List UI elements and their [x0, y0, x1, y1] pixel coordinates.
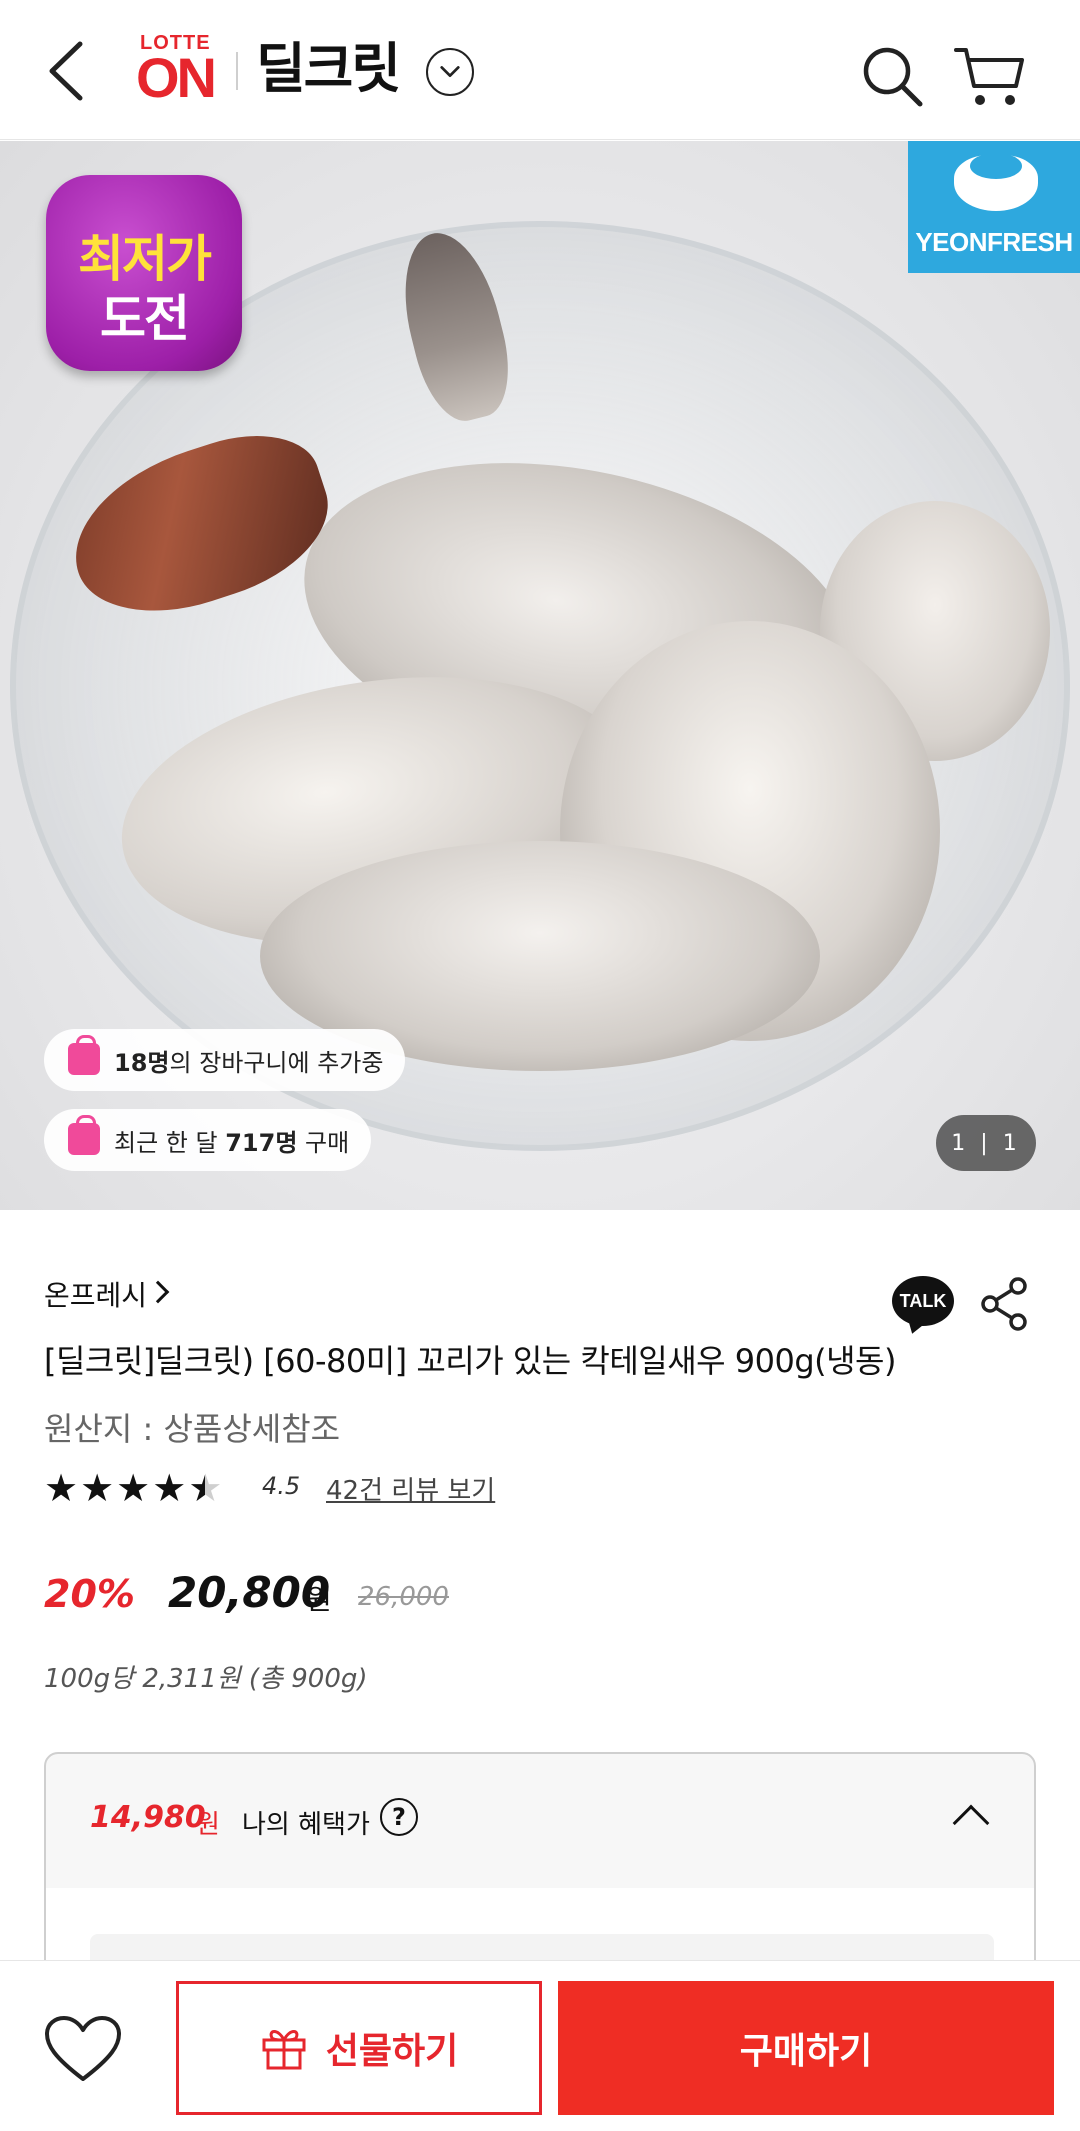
cart-add-text: 의 장바구니에 추가중	[169, 1048, 384, 1077]
gift-icon	[262, 2030, 306, 2070]
star-icon: ★	[152, 1466, 187, 1510]
cart-icon[interactable]	[954, 46, 1026, 108]
cart-add-count: 18명	[114, 1048, 170, 1077]
lowest-price-challenge-badge: 최저가 도전	[46, 175, 242, 371]
recent-purchase-suffix: 구매	[297, 1128, 350, 1157]
talk-chat-icon[interactable]: TALK	[892, 1276, 954, 1326]
chevron-down-icon[interactable]	[426, 48, 474, 96]
buy-button[interactable]: 구매하기	[558, 1981, 1054, 2115]
share-icon[interactable]	[980, 1276, 1028, 1332]
shopping-bag-icon	[68, 1115, 100, 1155]
star-icon: ★	[116, 1466, 151, 1510]
rating-value: 4.5	[262, 1472, 301, 1500]
star-icon: ★	[80, 1466, 115, 1510]
benefit-price-currency: 원	[196, 1810, 220, 1840]
recent-purchase-prefix: 최근 한 달	[114, 1128, 226, 1157]
discount-rate: 20%	[44, 1572, 135, 1616]
recent-purchase-pill: 최근 한 달 717명 구매	[44, 1109, 372, 1171]
gift-button[interactable]: 선물하기	[176, 1981, 542, 2115]
shopping-bag-icon	[68, 1035, 100, 1075]
top-app-bar: LOTTE ON 딜크릿	[0, 0, 1080, 140]
header-divider	[236, 52, 238, 90]
price-currency: 원	[306, 1583, 332, 1616]
logo-on-text: ON	[136, 46, 217, 109]
seller-link[interactable]: 온프레시	[44, 1274, 147, 1314]
rating-stars: ★ ★ ★ ★ ★	[44, 1468, 224, 1508]
unit-price: 100g당 2,311원 (총 900g)	[44, 1664, 368, 1694]
recent-purchase-count: 717명	[225, 1128, 298, 1157]
half-star-icon: ★	[188, 1466, 223, 1510]
bottom-action-bar: 선물하기 구매하기	[0, 1960, 1080, 2131]
product-image[interactable]: 최저가 도전 YEONFRESH 18명 의 장바구니에 추가중 최근 한 달 7…	[0, 141, 1080, 1210]
lotte-on-logo[interactable]: LOTTE ON	[136, 32, 222, 108]
cart-add-count-pill: 18명 의 장바구니에 추가중	[44, 1029, 406, 1091]
heart-icon[interactable]	[44, 2015, 122, 2085]
product-origin: 원산지 : 상품상세참조	[44, 1410, 341, 1448]
gift-button-label: 선물하기	[325, 2031, 459, 2072]
chevron-right-icon[interactable]	[146, 1280, 170, 1304]
star-icon: ★	[44, 1466, 79, 1510]
store-name[interactable]: 딜크릿	[256, 34, 401, 104]
original-price: 26,000	[358, 1582, 449, 1612]
review-link[interactable]: 42건 리뷰 보기	[326, 1470, 495, 1507]
yeonfresh-logo-text: YEONFRESH	[915, 227, 1073, 257]
back-arrow-icon[interactable]	[44, 38, 88, 104]
help-icon[interactable]: ?	[380, 1798, 418, 1836]
image-counter: 1 | 1	[936, 1115, 1036, 1171]
yeonfresh-logo: YEONFRESH	[908, 141, 1080, 273]
badge-line-2: 도전	[100, 290, 190, 348]
chevron-up-icon[interactable]	[952, 1804, 990, 1842]
search-icon[interactable]	[860, 44, 924, 108]
benefit-price: 14,980	[90, 1800, 206, 1835]
benefit-label: 나의 혜택가	[242, 1810, 370, 1840]
product-title: [딜크릿]딜크릿) [60-80미] 꼬리가 있는 칵테일새우 900g(냉동)	[44, 1342, 897, 1380]
